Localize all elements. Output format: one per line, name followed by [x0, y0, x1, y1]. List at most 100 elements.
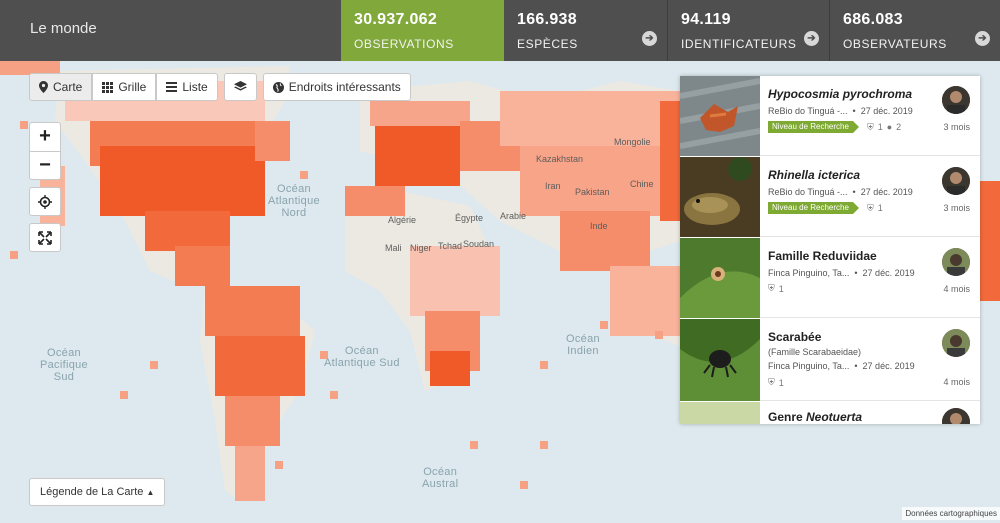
view-map-label: Carte: [53, 80, 83, 94]
map-legend-button[interactable]: Légende de La Carte ▲: [29, 478, 166, 506]
observation-card[interactable]: Scarabée (Famille Scarabaeidae) Finca Pi…: [680, 319, 980, 401]
interesting-places-button[interactable]: Endroits intéressants: [262, 73, 411, 101]
country-label: Soudan: [463, 239, 495, 249]
observation-date: 27 déc. 2019: [860, 187, 913, 197]
observation-taxon[interactable]: Hypocosmia pyrochroma: [768, 87, 912, 101]
arrow-right-icon[interactable]: ➔: [975, 31, 990, 46]
observation-card[interactable]: Hypocosmia pyrochroma ReBio do Tinguá -.…: [680, 76, 980, 156]
zoom-in-button[interactable]: +: [30, 123, 60, 151]
observation-photo[interactable]: [680, 238, 760, 318]
observation-taxon[interactable]: Scarabée: [768, 330, 821, 344]
shield-icon: ⛨: [866, 121, 874, 132]
shield-icon: ⛨: [768, 377, 775, 387]
observation-place: ReBio do Tinguá -...: [768, 187, 848, 197]
observation-location-date: Finca Pinguino, Ta... • 27 déc. 2019: [768, 361, 915, 371]
shield-icon: ⛨: [768, 283, 775, 293]
observer-avatar[interactable]: [942, 248, 970, 276]
ocean-label-austral: Océan Austral: [422, 466, 459, 490]
view-grid-button[interactable]: Grille: [92, 73, 157, 101]
observation-location-date: ReBio do Tinguá -... • 27 déc. 2019: [768, 187, 913, 197]
locate-button[interactable]: [29, 187, 61, 216]
moth-photo: [680, 402, 760, 424]
country-label: Mongolie: [614, 137, 651, 147]
observation-date: 27 déc. 2019: [860, 106, 913, 116]
toad-photo: [680, 157, 760, 237]
observer-avatar[interactable]: [942, 329, 970, 357]
map-attribution[interactable]: Données cartographiques: [902, 507, 1000, 520]
ocean-label-south-atlantic: Océan Atlantique Sud: [324, 345, 400, 369]
observation-location-date: ReBio do Tinguá -... • 27 déc. 2019: [768, 106, 913, 116]
layers-button[interactable]: [223, 73, 257, 101]
country-label: Iran: [545, 181, 561, 191]
interesting-places-label: Endroits intéressants: [288, 80, 401, 94]
observation-badges: ⛨ 1: [768, 377, 784, 388]
observer-avatar[interactable]: [942, 167, 970, 195]
agreement-count: 1: [877, 122, 883, 132]
shield-icon: ⛨: [866, 202, 874, 213]
crosshair-icon: [38, 194, 52, 209]
agreement-count: 1: [778, 377, 784, 388]
view-map-button[interactable]: Carte: [29, 73, 93, 101]
view-list-button[interactable]: Liste: [156, 73, 218, 101]
observation-photo[interactable]: [680, 319, 760, 401]
observation-place: Finca Pinguino, Ta...: [768, 268, 850, 278]
map-pin-icon: [39, 81, 48, 93]
stat-identifiers-value: 94.119: [681, 11, 731, 28]
country-label: Arabie: [500, 211, 527, 221]
observation-photo[interactable]: [680, 402, 760, 424]
country-label: Inde: [590, 221, 608, 231]
observer-avatar[interactable]: [942, 408, 970, 424]
country-label: Égypte: [455, 213, 484, 223]
agreement-count: 1: [877, 203, 883, 213]
observation-taxon[interactable]: Genre Neotuerta: [768, 410, 862, 424]
country-label: Pakistan: [575, 187, 610, 197]
country-label: Tchad: [438, 241, 463, 251]
observation-badges: Niveau de Recherche ⛨ 1: [768, 202, 883, 214]
view-list-label: Liste: [182, 80, 208, 94]
layers-icon: [233, 81, 247, 91]
observation-card[interactable]: Famille Reduviidae Finca Pinguino, Ta...…: [680, 238, 980, 318]
stat-identifiers[interactable]: 94.119 IDENTIFICATEURS ➔: [667, 0, 829, 61]
observation-card[interactable]: Genre Neotuerta: [680, 402, 980, 424]
stats-header: Le monde 30.937.062 OBSERVATIONS 166.938…: [0, 0, 1000, 61]
recent-observations-panel: Hypocosmia pyrochroma ReBio do Tinguá -.…: [680, 76, 980, 424]
quality-grade-badge: Niveau de Recherche: [768, 202, 859, 214]
view-grid-label: Grille: [118, 80, 147, 94]
stat-observations[interactable]: 30.937.062 OBSERVATIONS: [341, 0, 504, 61]
arrow-right-icon[interactable]: ➔: [642, 31, 657, 46]
ocean-label-south-pacific: Océan Pacifique Sud: [40, 347, 88, 383]
grid-icon: [102, 81, 114, 93]
observation-place: ReBio do Tinguá -...: [768, 106, 848, 116]
stat-observers-value: 686.083: [843, 11, 903, 28]
observation-date: 27 déc. 2019: [862, 268, 915, 278]
observation-age: 4 mois: [943, 377, 970, 387]
stat-species-value: 166.938: [517, 11, 577, 28]
bug-photo: [680, 238, 760, 318]
observation-taxon[interactable]: Rhinella icterica: [768, 168, 860, 182]
zoom-control: + −: [29, 122, 61, 180]
view-toggle-bar: Carte Grille Liste Endroits intéressants: [29, 73, 411, 101]
user-photo: [942, 86, 970, 114]
observation-badges: ⛨ 1: [768, 283, 784, 294]
place-title: Le monde: [30, 20, 97, 37]
observation-taxon[interactable]: Famille Reduviidae: [768, 249, 877, 263]
arrow-right-icon[interactable]: ➔: [804, 31, 819, 46]
stat-species[interactable]: 166.938 ESPÈCES ➔: [504, 0, 667, 61]
observation-photo[interactable]: [680, 157, 760, 237]
observation-photo[interactable]: [680, 76, 760, 156]
quality-grade-badge: Niveau de Recherche: [768, 121, 859, 133]
user-photo: [942, 248, 970, 276]
stat-observers[interactable]: 686.083 OBSERVATEURS ➔: [829, 0, 1000, 61]
observation-card[interactable]: Rhinella icterica ReBio do Tinguá -... •…: [680, 157, 980, 237]
observation-date: 27 déc. 2019: [862, 361, 915, 371]
fullscreen-button[interactable]: [29, 223, 61, 252]
zoom-out-button[interactable]: −: [30, 151, 60, 179]
observation-location-date: Finca Pinguino, Ta... • 27 déc. 2019: [768, 268, 915, 278]
observer-avatar[interactable]: [942, 86, 970, 114]
globe-icon: [272, 81, 284, 93]
country-label: Kazakhstan: [536, 154, 584, 164]
observation-age: 4 mois: [943, 284, 970, 294]
agreement-count: 1: [778, 283, 784, 294]
country-label: Chine: [630, 179, 654, 189]
observation-badges: Niveau de Recherche ⛨ 1 ● 2: [768, 121, 901, 133]
